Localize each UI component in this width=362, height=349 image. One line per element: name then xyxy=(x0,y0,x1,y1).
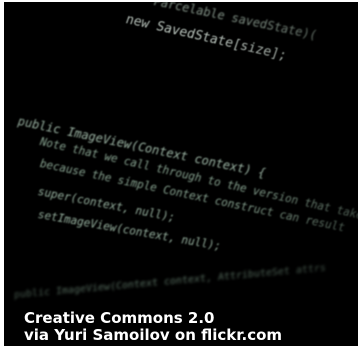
code-photo: Parcelable savedState)( new SavedState[s… xyxy=(4,2,358,346)
credit-source: via Yuri Samoilov on flickr.com xyxy=(24,326,283,344)
credit-license: Creative Commons 2.0 xyxy=(24,309,215,327)
photo-credit: Creative Commons 2.0 via Yuri Samoilov o… xyxy=(24,310,282,344)
blurred-code-background: Parcelable savedState)( new SavedState[s… xyxy=(13,2,358,302)
